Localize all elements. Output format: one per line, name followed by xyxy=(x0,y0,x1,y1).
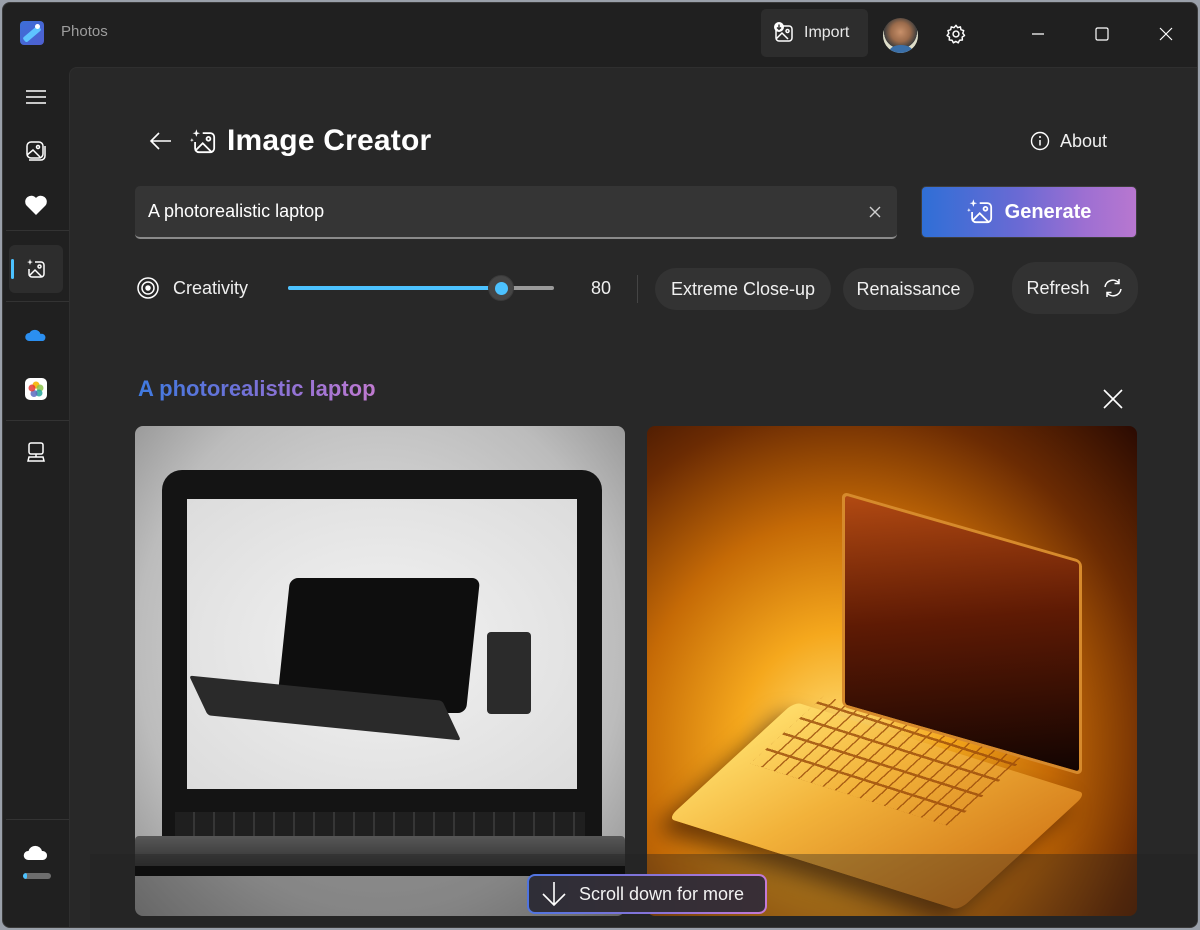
gallery-icon xyxy=(26,141,46,161)
maximize-button[interactable] xyxy=(1079,17,1125,51)
inner-phone xyxy=(487,632,531,714)
image-creator-icon xyxy=(966,199,992,224)
sidebar-divider xyxy=(6,420,69,421)
back-button[interactable] xyxy=(146,126,176,156)
photos-window: Photos Import Image Creator About A phot… xyxy=(2,2,1198,928)
generate-button[interactable]: Generate xyxy=(921,186,1137,238)
sidebar-item-onedrive[interactable] xyxy=(9,311,63,359)
generated-image-1[interactable] xyxy=(135,426,625,916)
close-window-button[interactable] xyxy=(1143,17,1189,51)
about-label: About xyxy=(1060,130,1108,151)
target-icon xyxy=(136,276,160,300)
minimize-icon xyxy=(1032,33,1044,35)
photos-app-icon xyxy=(20,21,44,45)
scroll-hint-label: Scroll down for more xyxy=(579,883,745,904)
result-title: A photorealistic laptop xyxy=(138,376,376,401)
prompt-field xyxy=(135,186,897,239)
refresh-icon xyxy=(1103,279,1122,297)
onedrive-cloud-icon xyxy=(25,329,46,341)
clear-prompt-button[interactable] xyxy=(853,190,897,234)
about-button[interactable]: About xyxy=(1030,126,1107,156)
close-icon xyxy=(1159,27,1173,41)
creativity-slider[interactable] xyxy=(288,275,554,301)
style-chip-renaissance[interactable]: Renaissance xyxy=(843,268,974,310)
app-title: Photos xyxy=(61,23,108,40)
icloud-photos-icon xyxy=(25,378,47,400)
hamburger-icon xyxy=(26,90,46,104)
close-results-button[interactable] xyxy=(1100,386,1126,412)
sidebar-item-image-creator[interactable] xyxy=(9,245,63,293)
storage-usage-fill xyxy=(23,873,28,879)
creativity-value: 80 xyxy=(591,278,612,298)
image-creator-icon xyxy=(27,259,45,278)
image-creator-icon xyxy=(190,128,218,156)
sidebar-item-this-pc[interactable] xyxy=(9,429,63,477)
sidebar-item-cloud-storage[interactable] xyxy=(9,828,63,876)
slider-thumb[interactable] xyxy=(487,275,514,301)
creativity-row: Creativity 80 Extreme Close-up Renaissan… xyxy=(135,268,1145,310)
avatar[interactable] xyxy=(883,18,918,53)
heart-icon xyxy=(25,195,47,215)
creativity-label: Creativity xyxy=(173,278,249,298)
import-label: Import xyxy=(804,24,850,41)
sidebar-item-icloud-photos[interactable] xyxy=(9,365,63,413)
import-button[interactable]: Import xyxy=(761,9,868,57)
sidebar-divider xyxy=(6,301,69,302)
import-icon xyxy=(773,22,795,44)
page-title: Image Creator xyxy=(227,124,432,157)
pc-icon xyxy=(27,442,45,462)
minimize-button[interactable] xyxy=(1015,17,1061,51)
slider-fill xyxy=(288,286,501,290)
generated-image-2[interactable] xyxy=(647,426,1137,916)
cloud-icon xyxy=(23,845,48,860)
scroll-down-hint[interactable]: Scroll down for more xyxy=(527,874,767,914)
settings-gear-icon[interactable] xyxy=(945,23,967,45)
clear-icon xyxy=(869,206,881,217)
arrow-down-icon xyxy=(542,882,566,907)
storage-usage-bar xyxy=(23,873,51,879)
refresh-button[interactable]: Refresh xyxy=(1012,262,1138,314)
maximize-icon xyxy=(1095,27,1109,41)
sidebar xyxy=(3,65,69,927)
sidebar-divider xyxy=(6,230,69,231)
prompt-input[interactable] xyxy=(135,201,853,222)
close-icon xyxy=(1103,389,1123,409)
sidebar-item-menu[interactable] xyxy=(9,73,63,121)
sidebar-divider xyxy=(6,819,69,820)
main-panel: Image Creator About Generate xyxy=(69,67,1197,927)
refresh-label: Refresh xyxy=(1026,277,1090,298)
sidebar-item-favorites[interactable] xyxy=(9,181,63,229)
title-bar: Photos Import xyxy=(3,3,1197,65)
style-chip-extreme-close-up[interactable]: Extreme Close-up xyxy=(655,268,831,310)
back-arrow-icon xyxy=(149,132,171,150)
divider xyxy=(637,275,638,303)
generate-label: Generate xyxy=(1004,200,1092,223)
sidebar-item-gallery[interactable] xyxy=(9,127,63,175)
info-icon xyxy=(1030,131,1050,151)
